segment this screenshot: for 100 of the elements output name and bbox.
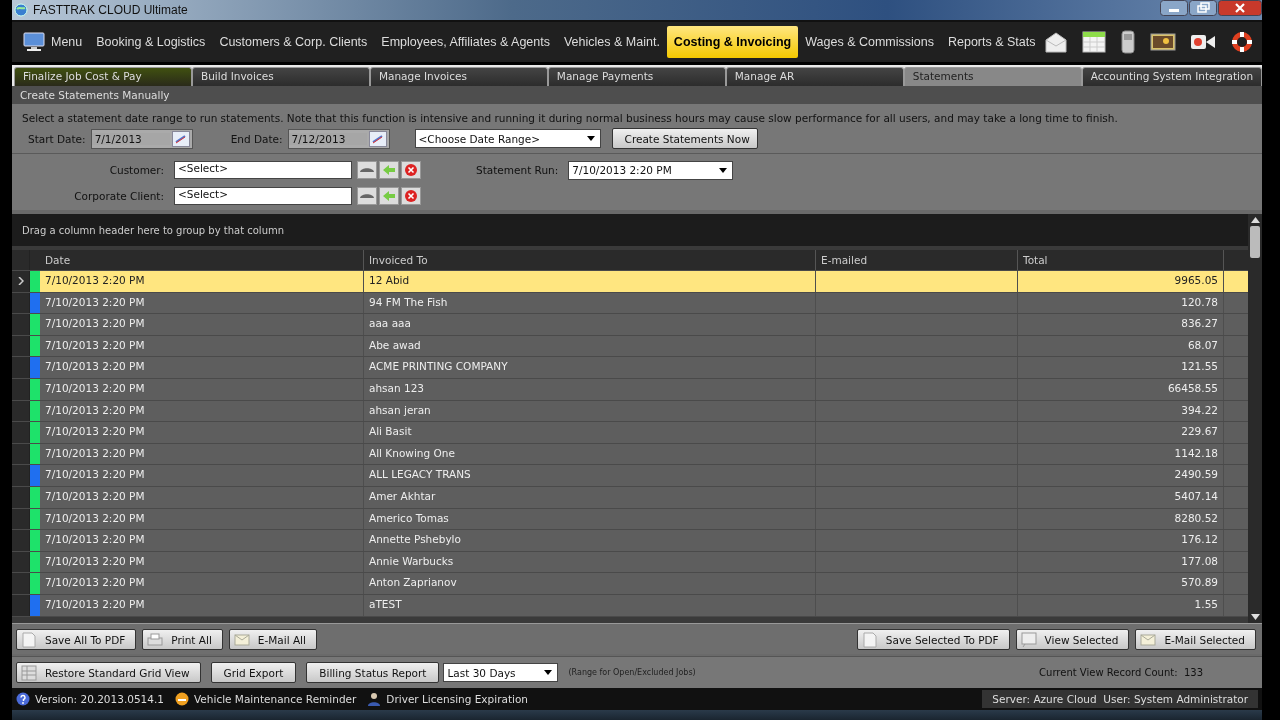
mobile-phone-icon[interactable] <box>1120 30 1136 54</box>
date-field[interactable]: 7/12/2013 <box>288 132 367 145</box>
record-count: Current View Record Count: 133 <box>1039 667 1203 678</box>
table-cell: 66458.55 <box>1018 378 1224 400</box>
table-cell: 570.89 <box>1018 573 1224 594</box>
tab[interactable]: Accounting System Integration <box>1081 67 1263 86</box>
column-header[interactable]: Invoiced To <box>364 250 816 270</box>
table-row[interactable]: 7/10/2013 2:20 PM Abe awad 68.07 <box>12 335 1248 358</box>
table-cell: 7/10/2013 2:20 PM <box>40 443 364 465</box>
calendar-icon[interactable] <box>171 130 190 147</box>
period-dropdown[interactable]: Last 30 Days <box>443 663 559 682</box>
tab[interactable]: Build Invoices <box>191 67 370 86</box>
column-header[interactable]: Date <box>40 250 364 270</box>
column-header[interactable]: E-mailed <box>816 250 1018 270</box>
table-row[interactable]: 7/10/2013 2:20 PM Annette Pshebylo 176.12 <box>12 530 1248 552</box>
table-cell: Ali Basit <box>364 422 816 443</box>
table-row[interactable]: 7/10/2013 2:20 PM Amer Akhtar 5407.14 <box>12 486 1248 509</box>
table-row[interactable]: 7/10/2013 2:20 PM Americo Tomas 8280.52 <box>12 508 1248 531</box>
document-icon <box>21 631 37 648</box>
tab[interactable]: Finalize Job Cost & Pay <box>14 67 192 86</box>
select-field[interactable]: <Select> <box>174 161 352 179</box>
envelope-icon[interactable] <box>1044 31 1068 53</box>
person-icon <box>367 692 382 706</box>
menu-item[interactable]: Reports & Stats <box>940 26 1043 58</box>
table-cell: ahsan jeran <box>364 400 816 422</box>
version-text: Version: 20.2013.0514.1 <box>35 693 164 705</box>
table-cell: aaa aaa <box>364 314 816 335</box>
action-button[interactable]: E-Mail All <box>228 629 317 650</box>
table-cell: 836.27 <box>1018 314 1224 335</box>
restore-icon[interactable] <box>1189 0 1217 16</box>
tab[interactable]: Manage AR <box>725 67 904 86</box>
action-button[interactable]: E-Mail Selected <box>1135 629 1256 650</box>
action-button[interactable]: Print All <box>142 629 223 650</box>
calendar-icon[interactable] <box>1082 31 1106 53</box>
table-row[interactable]: 7/10/2013 2:20 PM Anton Zaprianov 570.89 <box>12 573 1248 595</box>
table-cell: 7/10/2013 2:20 PM <box>40 357 364 378</box>
picture-icon[interactable] <box>1150 32 1176 52</box>
action-button[interactable]: Save Selected To PDF <box>856 629 1010 650</box>
table-row[interactable]: 7/10/2013 2:20 PM ahsan 123 66458.55 <box>12 378 1248 401</box>
restore-grid-button[interactable]: Restore Standard Grid View <box>16 662 201 683</box>
calendar-icon[interactable] <box>368 130 387 147</box>
statement-run-dropdown[interactable]: 7/10/2013 2:20 PM <box>568 160 734 180</box>
create-statements-button[interactable]: Create Statements Now <box>611 128 758 149</box>
action-button[interactable]: View Selected <box>1015 629 1130 650</box>
status-link[interactable]: Vehicle Maintenance Reminder <box>194 693 357 705</box>
table-cell: 8280.52 <box>1018 508 1224 530</box>
table-cell: 7/10/2013 2:20 PM <box>40 465 364 486</box>
table-cell: 68.07 <box>1018 335 1224 357</box>
table-cell: 394.22 <box>1018 400 1224 422</box>
envelope-icon <box>233 631 250 648</box>
group-hint-text: Drag a column header here to group by that column <box>22 224 285 236</box>
table-cell: 7/10/2013 2:20 PM <box>40 486 364 508</box>
table-cell: 1142.18 <box>1018 443 1224 465</box>
select-field[interactable]: <Select> <box>174 187 352 205</box>
document-icon <box>861 631 878 648</box>
tab[interactable]: Statements <box>903 67 1082 86</box>
menu-item[interactable]: Wages & Commissions <box>798 26 941 58</box>
row-selector[interactable] <box>12 271 30 292</box>
video-camera-icon[interactable] <box>1190 32 1216 52</box>
column-header[interactable]: Total <box>1018 250 1224 270</box>
table-row[interactable]: 7/10/2013 2:20 PM ALL LEGACY TRANS 2490.59 <box>12 465 1248 487</box>
table-cell: Amer Akhtar <box>364 486 816 508</box>
menu-item[interactable]: Menu <box>16 26 90 58</box>
lifebuoy-icon[interactable] <box>1230 30 1254 54</box>
menu-item[interactable]: Booking & Logistics <box>89 26 213 58</box>
table-row[interactable]: 7/10/2013 2:20 PM Ali Basit 229.67 <box>12 422 1248 444</box>
table-cell: 7/10/2013 2:20 PM <box>40 573 364 594</box>
minimize-icon[interactable] <box>1160 0 1188 16</box>
menu-item[interactable]: Employees, Affiliates & Agents <box>374 26 557 58</box>
table-cell: 177.08 <box>1018 551 1224 573</box>
table-cell: ahsan 123 <box>364 378 816 400</box>
table-row[interactable]: 7/10/2013 2:20 PM 94 FM The Fish 120.78 <box>12 292 1248 315</box>
instructions-text: Select a statement date range to run statements. Note that this function is intensive and running it during normal business hours may cause slow performance for all users, and may take a long time to finish. <box>22 112 1119 124</box>
action-button[interactable]: Save All To PDF <box>16 629 137 650</box>
table-row[interactable]: 7/10/2013 2:20 PM ACME PRINTING COMPANY 121.55 <box>12 357 1248 379</box>
clear-icon[interactable] <box>401 187 421 205</box>
table-row[interactable]: 7/10/2013 2:20 PM aTEST 1.55 <box>12 594 1248 617</box>
menu-item[interactable]: Vehicles & Maint. <box>556 26 667 58</box>
monitor-icon <box>23 32 45 52</box>
menu-item[interactable]: Costing & Invoicing <box>666 26 799 58</box>
table-cell: 7/10/2013 2:20 PM <box>40 594 364 616</box>
scroll-thumb[interactable] <box>1250 226 1260 258</box>
table-row[interactable]: 7/10/2013 2:20 PM 12 Abid 9965.05 <box>12 271 1248 293</box>
tab[interactable]: Manage Payments <box>547 67 726 86</box>
table-cell: 5407.14 <box>1018 486 1224 508</box>
status-link[interactable]: Driver Licensing Expiration <box>386 693 528 705</box>
table-row[interactable]: 7/10/2013 2:20 PM All Knowing One 1142.18 <box>12 443 1248 466</box>
billing-status-button[interactable]: Billing Status Report <box>306 662 440 683</box>
table-row[interactable]: 7/10/2013 2:20 PM aaa aaa 836.27 <box>12 314 1248 336</box>
close-icon[interactable] <box>1218 0 1262 16</box>
date-range-dropdown[interactable]: <Choose Date Range> <box>414 129 601 148</box>
date-field[interactable]: 7/1/2013 <box>91 132 170 145</box>
clear-icon[interactable] <box>401 161 421 179</box>
grid-export-button[interactable]: Grid Export <box>210 662 297 683</box>
table-row[interactable]: 7/10/2013 2:20 PM ahsan jeran 394.22 <box>12 400 1248 423</box>
menu-item[interactable]: Customers & Corp. Clients <box>212 26 375 58</box>
tab[interactable]: Manage Invoices <box>369 67 548 86</box>
field-label: Corporate Client: <box>73 190 165 202</box>
table-cell: All Knowing One <box>364 443 816 465</box>
table-row[interactable]: 7/10/2013 2:20 PM Annie Warbucks 177.08 <box>12 551 1248 574</box>
